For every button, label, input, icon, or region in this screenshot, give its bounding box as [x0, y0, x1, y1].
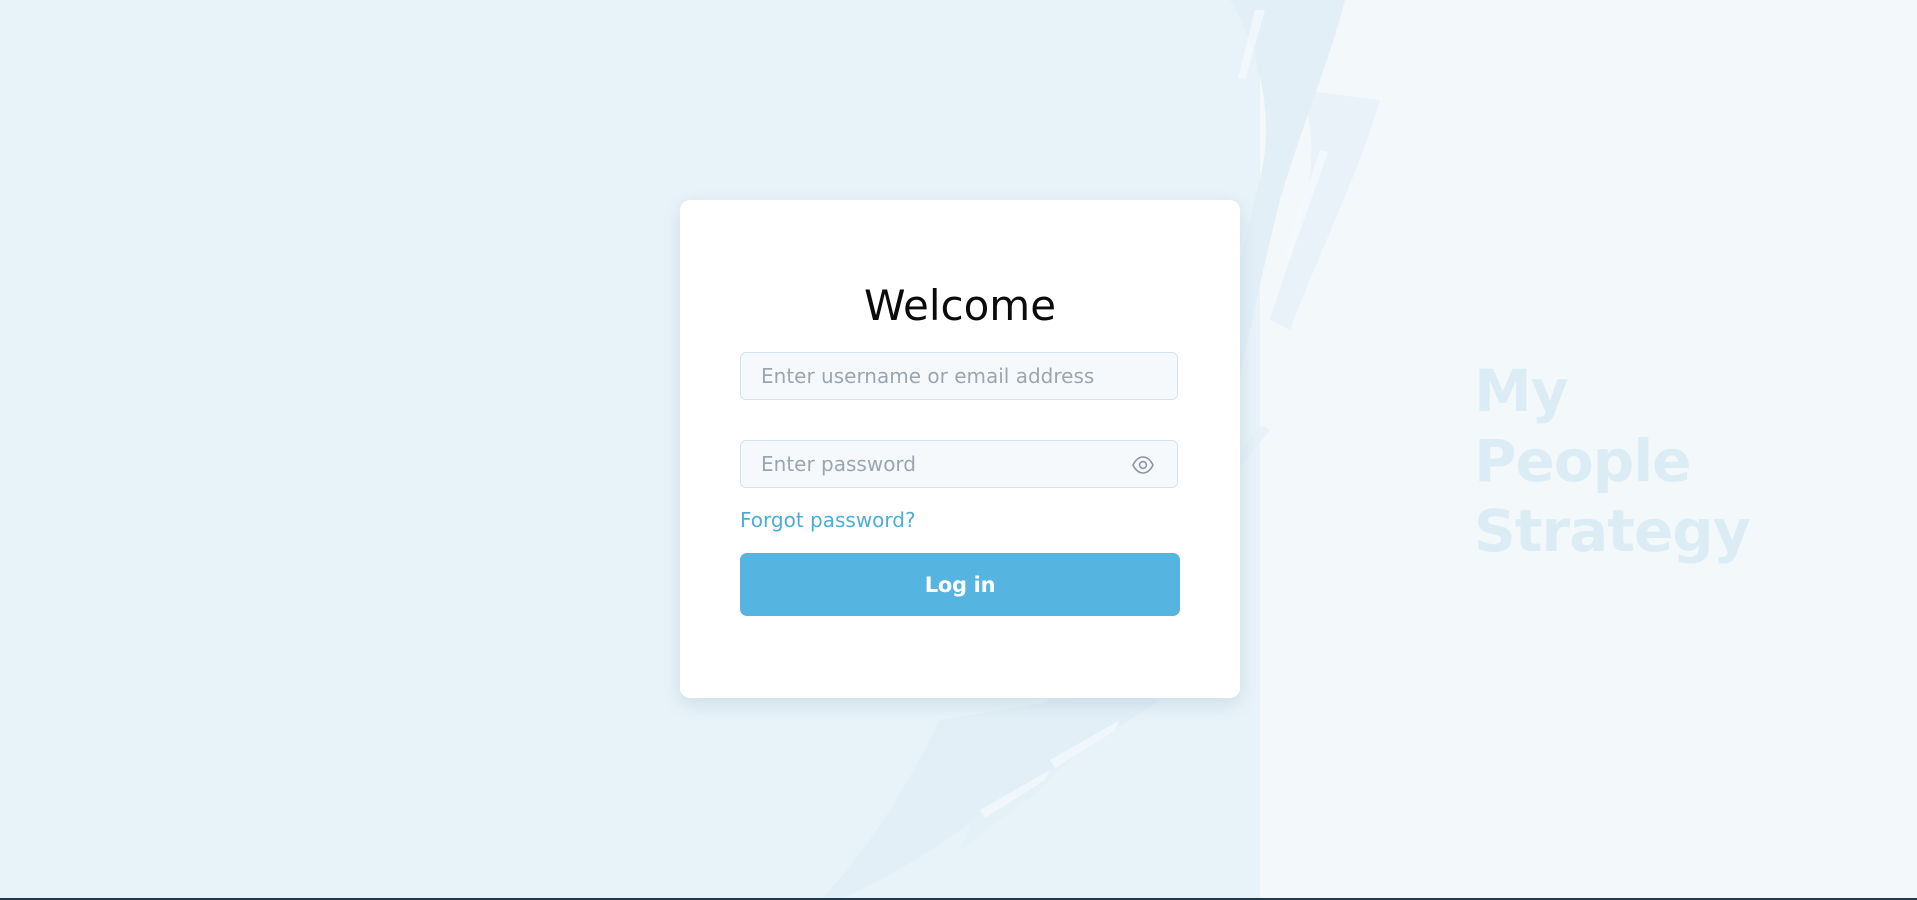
eye-icon[interactable]: [1131, 454, 1155, 476]
password-field: [740, 440, 1178, 488]
brand-wordmark: My People Strategy: [1474, 356, 1751, 566]
brand-line-3: Strategy: [1474, 497, 1751, 565]
username-input[interactable]: [741, 353, 1177, 399]
brand-line-1: My: [1474, 357, 1569, 425]
password-input[interactable]: [741, 441, 1177, 487]
login-button[interactable]: Log in: [740, 553, 1180, 616]
page-title: Welcome: [863, 281, 1057, 330]
forgot-password-link[interactable]: Forgot password?: [740, 508, 916, 532]
username-field: [740, 352, 1178, 400]
brand-line-2: People: [1474, 427, 1691, 495]
login-page: My People Strategy Welcome Forgot passwo…: [0, 0, 1917, 900]
